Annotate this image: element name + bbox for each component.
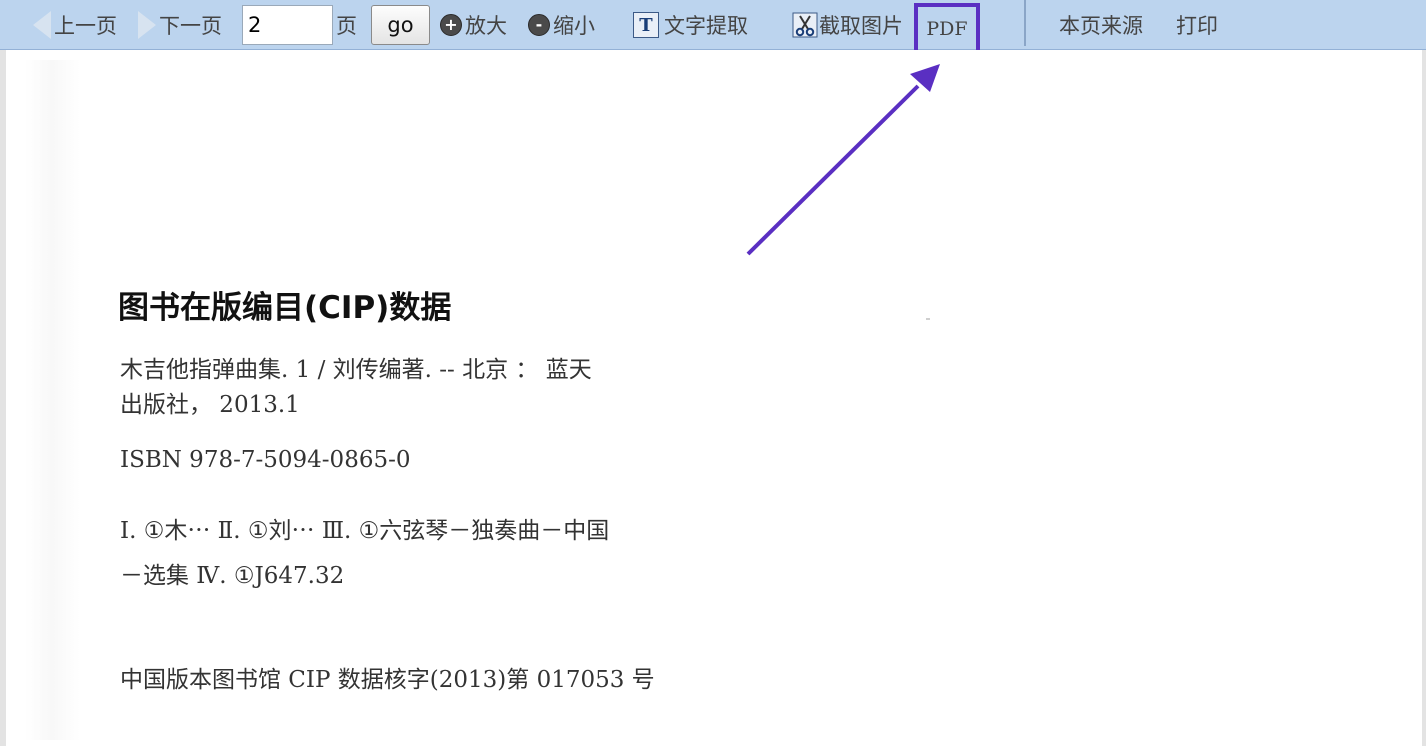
minus-circle-icon: - xyxy=(528,14,550,36)
zoom-in-label: 放大 xyxy=(465,14,507,38)
document-viewer[interactable]: 图书在版编目(CIP)数据 木吉他指弹曲集. 1 / 刘传编著. -- 北京 ：… xyxy=(0,50,1426,746)
pdf-button[interactable]: PDF xyxy=(916,5,978,52)
zoom-out-label: 缩小 xyxy=(553,14,595,38)
capture-image-button[interactable]: 截取图片 xyxy=(792,0,903,50)
text-extract-label: 文字提取 xyxy=(664,14,748,38)
zoom-out-button[interactable]: - 缩小 xyxy=(528,0,595,50)
text-extract-icon: T xyxy=(633,12,659,38)
plus-circle-icon: + xyxy=(440,14,462,36)
capture-image-label: 截取图片 xyxy=(819,14,903,38)
zoom-in-button[interactable]: + 放大 xyxy=(440,0,507,50)
cip-record-line: 中国版本图书馆 CIP 数据核字(2013)第 017053 号 xyxy=(120,667,655,693)
scissors-icon xyxy=(792,12,818,38)
viewer-toolbar: 上一页 下一页 页 go + 放大 - 缩小 T 文字提取 截取图片 PDF 本… xyxy=(0,0,1426,54)
scan-speck xyxy=(926,318,930,320)
cip-title: 图书在版编目(CIP)数据 xyxy=(118,290,452,326)
go-button[interactable]: go xyxy=(371,5,430,45)
triangle-right-icon xyxy=(138,11,156,39)
text-extract-button[interactable]: T 文字提取 xyxy=(633,0,748,50)
next-page-button[interactable]: 下一页 xyxy=(138,0,222,50)
page-unit-label: 页 xyxy=(336,14,357,38)
print-link[interactable]: 打印 xyxy=(1176,0,1218,50)
cip-line-1: 木吉他指弹曲集. 1 / 刘传编著. -- 北京 ： 蓝天 xyxy=(120,357,592,383)
page-source-link[interactable]: 本页来源 xyxy=(1059,0,1143,50)
toolbar-divider xyxy=(1024,0,1026,46)
classification-line-2: －选集 Ⅳ. ①J647.32 xyxy=(120,563,345,589)
prev-page-button[interactable]: 上一页 xyxy=(33,0,117,50)
classification-line-1: Ⅰ. ①木⋯ Ⅱ. ①刘⋯ Ⅲ. ①六弦琴－独奏曲－中国 xyxy=(120,518,610,544)
page-number-input[interactable] xyxy=(242,5,333,45)
isbn-line: ISBN 978-7-5094-0865-0 xyxy=(120,447,411,473)
cip-line-2: 出版社， 2013.1 xyxy=(120,392,300,418)
triangle-left-icon xyxy=(33,11,51,39)
viewer-right-border xyxy=(1422,50,1426,746)
prev-page-label: 上一页 xyxy=(54,14,117,38)
viewer-left-border xyxy=(0,50,6,746)
next-page-label: 下一页 xyxy=(159,14,222,38)
page-shadow xyxy=(25,60,80,740)
